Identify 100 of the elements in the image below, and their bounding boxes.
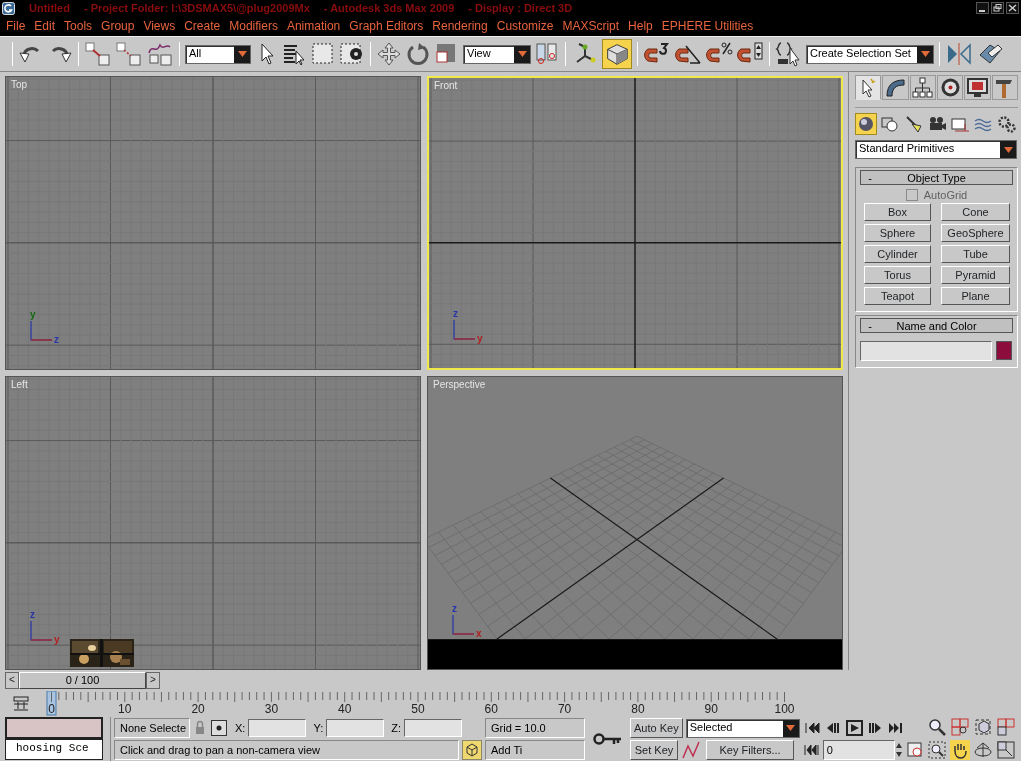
menu-item[interactable]: Help: [628, 19, 653, 33]
rotate-icon[interactable]: [405, 41, 431, 67]
go-to-start-icon[interactable]: [803, 720, 822, 736]
menu-item[interactable]: Group: [101, 19, 135, 33]
menu-item[interactable]: Graph Editors: [349, 19, 424, 33]
menu-item[interactable]: Modifiers: [229, 19, 278, 33]
dropdown-arrow-icon: [1003, 146, 1013, 153]
menu-item[interactable]: EPHERE Utilities: [661, 19, 754, 33]
rollout-header[interactable]: - Name and Color: [860, 318, 1013, 333]
named-selection-dropdown[interactable]: Create Selection Set: [806, 44, 934, 64]
gears-icon[interactable]: [996, 114, 1017, 134]
window-title: - Project Folder: I:\3DSMAX5\@plug2009Mx: [83, 2, 310, 14]
light-icon[interactable]: [903, 114, 924, 134]
unlink-icon[interactable]: [115, 41, 143, 67]
zoom-region-icon[interactable]: [927, 740, 948, 760]
minimize-button[interactable]: [976, 2, 989, 14]
primitive-button[interactable]: Pyramid: [941, 266, 1010, 284]
primitive-button[interactable]: Cylinder: [864, 245, 931, 263]
frame-number: 40: [338, 701, 352, 716]
frame-number: 20: [191, 701, 205, 716]
frame-number: 30: [264, 701, 279, 716]
previous-frame-button[interactable]: <: [5, 671, 19, 689]
zoom-extents-icon[interactable]: [973, 717, 994, 737]
play-icon[interactable]: [845, 720, 864, 736]
time-tag[interactable]: Add Ti: [485, 740, 585, 760]
hierarchy-icon[interactable]: [911, 76, 935, 99]
primitive-button[interactable]: GeoSphere: [941, 224, 1010, 242]
zoom-all-icon[interactable]: [950, 717, 971, 737]
orbit-icon[interactable]: [973, 740, 994, 760]
monitor-icon[interactable]: [965, 76, 989, 99]
shapes-icon[interactable]: [879, 114, 900, 134]
frame-field[interactable]: 0: [822, 740, 895, 760]
restore-button[interactable]: [991, 2, 1004, 14]
window-title: - Display : Direct 3D: [468, 2, 573, 14]
coordinate-label: Y:: [313, 722, 324, 734]
primitive-button[interactable]: Sphere: [864, 224, 931, 242]
time-config-icon[interactable]: [905, 741, 924, 759]
frame-number: 80: [631, 701, 645, 716]
menu-item[interactable]: Create: [184, 19, 221, 33]
dropdown-arrow-icon: [237, 51, 247, 57]
app-logo-icon: [2, 1, 15, 15]
key-filters-button[interactable]: Key Filters...: [706, 740, 795, 760]
wheel-icon[interactable]: [938, 76, 962, 99]
name-field[interactable]: [860, 341, 992, 361]
listener-input[interactable]: [5, 717, 103, 739]
primitive-button[interactable]: Teapot: [864, 287, 931, 305]
link-icon[interactable]: [84, 41, 112, 67]
window-crossing-icon[interactable]: [339, 41, 365, 67]
time-slider-thumb[interactable]: 0 / 100: [19, 671, 146, 689]
set-key-button[interactable]: Set Key: [630, 740, 679, 760]
next-frame-button[interactable]: >: [146, 671, 160, 689]
primitive-type-dropdown[interactable]: Standard Primitives: [855, 140, 1017, 159]
primitive-button[interactable]: Torus: [864, 266, 931, 284]
color-swatch[interactable]: [996, 341, 1012, 360]
coordinate-field[interactable]: [326, 719, 385, 737]
zoom-icon[interactable]: [927, 717, 948, 737]
coordinate-field[interactable]: [248, 719, 307, 737]
bent-pipe-icon[interactable]: [884, 76, 907, 99]
menu-item[interactable]: MAXScript: [562, 19, 620, 33]
zoom-extents-all-icon[interactable]: [996, 717, 1017, 737]
key-mode-toggle-icon[interactable]: [803, 743, 820, 757]
menu-item[interactable]: Animation: [286, 19, 341, 33]
bind-icon[interactable]: [146, 41, 174, 67]
reference-coordinate-dropdown[interactable]: View: [463, 44, 531, 64]
move-icon[interactable]: [376, 41, 402, 67]
rollout-header[interactable]: - Object Type: [860, 170, 1013, 185]
selection-filter-dropdown[interactable]: All: [185, 44, 251, 64]
keyboard-override-toggle[interactable]: [602, 39, 632, 69]
axis-tripod-icon: [451, 318, 477, 342]
maximize-toggle-icon[interactable]: [996, 740, 1017, 760]
menu-item[interactable]: File: [6, 19, 26, 33]
auto-key-button[interactable]: Auto Key: [630, 718, 683, 738]
current-frame-marker[interactable]: [46, 690, 57, 715]
dropdown-arrow-icon: [786, 725, 796, 731]
cube-icon[interactable]: [462, 740, 482, 760]
axis-label: y: [30, 309, 36, 320]
window-title: Untitled: [29, 2, 70, 14]
pivot-center-icon[interactable]: [534, 41, 560, 67]
frame-number: 90: [704, 701, 718, 716]
axis-tripod-icon: [28, 619, 54, 643]
primitive-button[interactable]: Cone: [941, 203, 1010, 221]
pan-hand-icon[interactable]: [950, 740, 971, 760]
key-mode-dropdown[interactable]: Selected: [685, 718, 800, 738]
menu-item[interactable]: Edit: [34, 19, 56, 33]
transform-mode-icon[interactable]: [210, 719, 228, 737]
key-icon[interactable]: [592, 732, 623, 746]
primitive-button[interactable]: Tube: [941, 245, 1010, 263]
coordinate-label: X:: [235, 722, 246, 734]
primitive-button[interactable]: Plane: [941, 287, 1010, 305]
menu-item[interactable]: Rendering: [432, 19, 488, 33]
close-button[interactable]: [1006, 2, 1019, 14]
frame-number: 10: [118, 701, 132, 716]
menu-item[interactable]: Customize: [496, 19, 554, 33]
listener-output[interactable]: hoosing Sce: [5, 739, 103, 760]
coordinate-field[interactable]: [404, 719, 462, 737]
menu-item[interactable]: Views: [143, 19, 176, 33]
primitive-button[interactable]: Box: [864, 203, 931, 221]
mirror-icon[interactable]: [945, 41, 973, 67]
menu-item[interactable]: Tools: [64, 19, 93, 33]
named-selection-icon[interactable]: [775, 40, 803, 68]
